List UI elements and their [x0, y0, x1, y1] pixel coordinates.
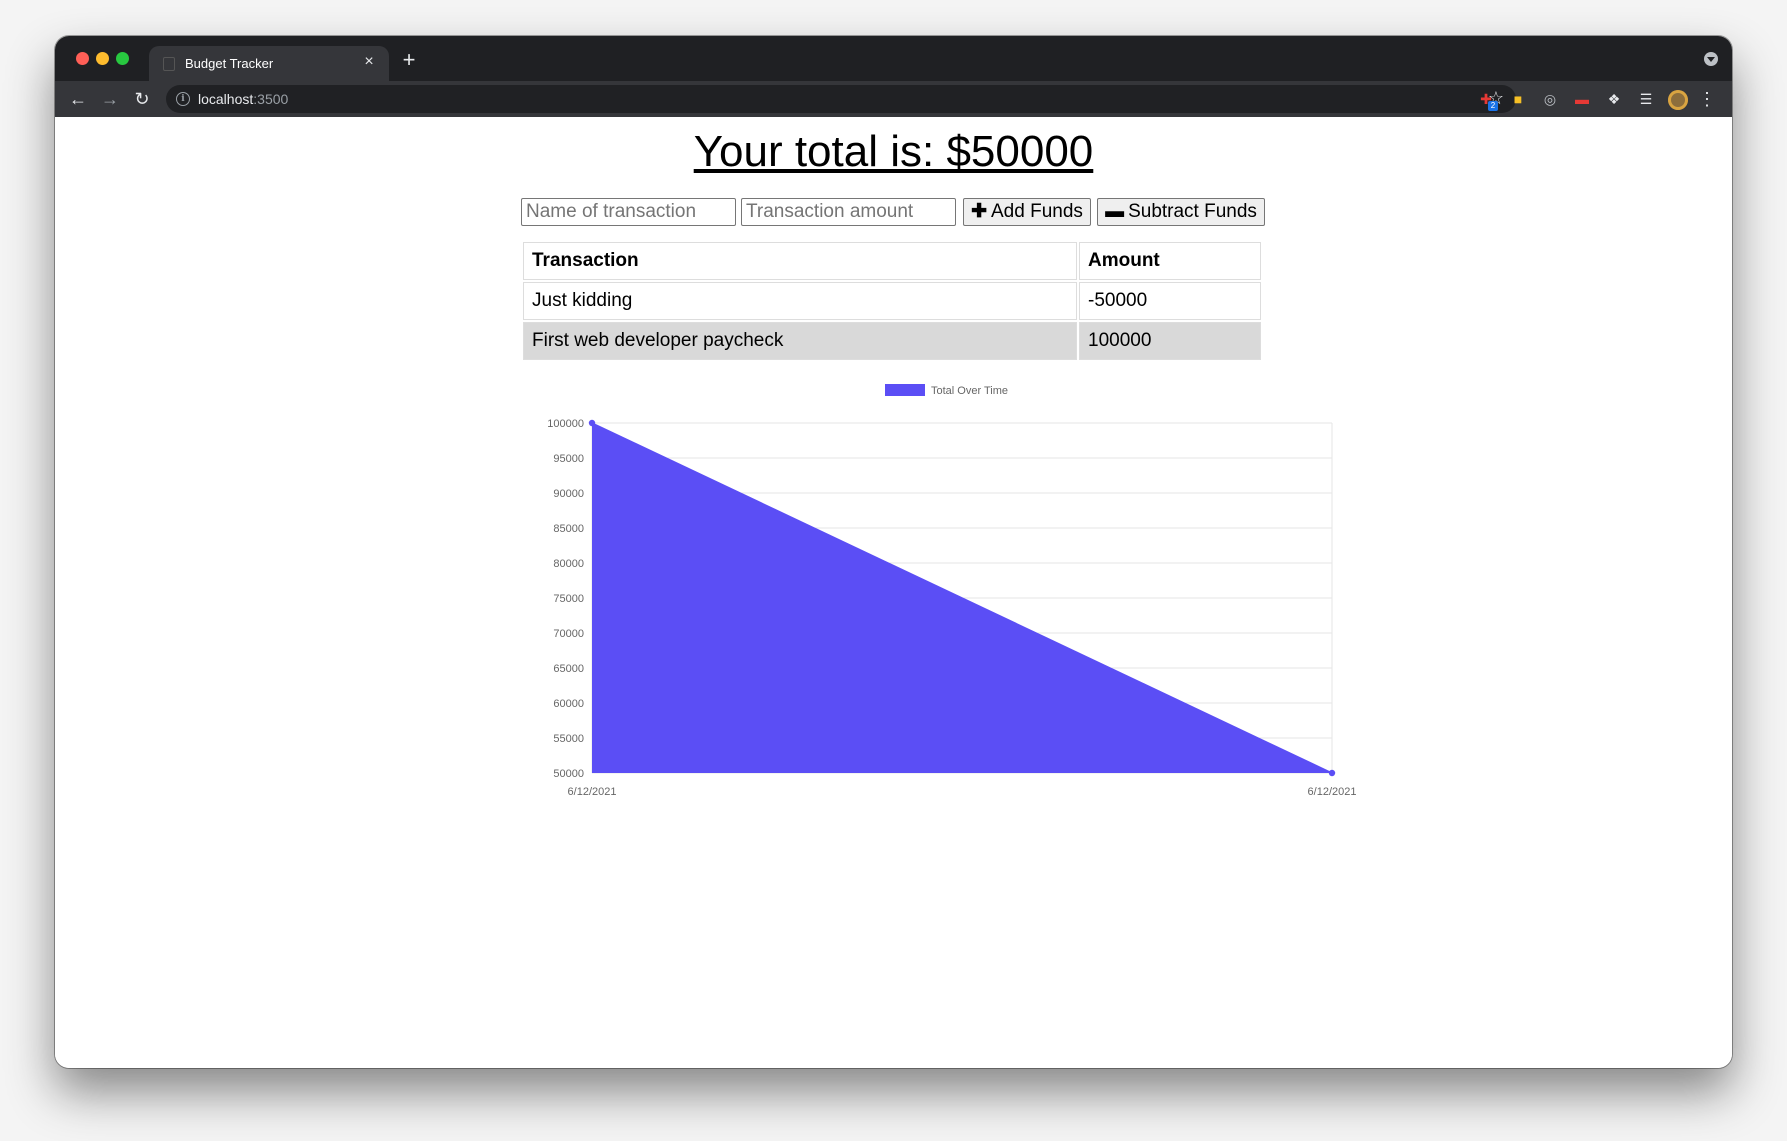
y-tick-label: 50000 — [553, 768, 584, 780]
browser-toolbar: ← → ↻ i localhost:3500 ☆ ✚ 2 ■ ◎ ▬ ❖ ☰ ⋮ — [55, 81, 1732, 117]
url-host: localhost — [198, 91, 254, 107]
data-point — [588, 419, 596, 427]
y-tick-label: 75000 — [553, 593, 584, 605]
transaction-name-input[interactable] — [521, 198, 736, 226]
back-arrow-icon[interactable]: ← — [66, 87, 90, 111]
y-tick-label: 95000 — [553, 453, 584, 465]
profile-avatar[interactable] — [1668, 90, 1688, 110]
add-funds-button[interactable]: ✚ Add Funds — [963, 198, 1091, 226]
plus-icon: ✚ — [971, 201, 987, 222]
total-over-time-chart: 100000 95000 90000 85000 80000 75000 70000 6500… — [547, 384, 1357, 798]
tab-budget-tracker[interactable]: Budget Tracker × — [149, 46, 389, 81]
legend-label: Total Over Time — [931, 385, 1008, 397]
media-queue-icon[interactable]: ☰ — [1636, 89, 1656, 109]
transaction-name-cell: First web developer paycheck — [523, 322, 1077, 360]
legend-swatch — [885, 384, 925, 396]
close-tab-icon[interactable]: × — [359, 52, 379, 72]
extension-target-icon[interactable]: ◎ — [1540, 89, 1560, 109]
new-tab-button[interactable]: + — [398, 49, 420, 71]
transactions-table: Transaction Amount Just kidding -50000 F… — [521, 240, 1263, 362]
tab-title: Budget Tracker — [185, 56, 274, 71]
page-content: Your total is: $50000 ✚Add Funds ▬Subtra… — [55, 117, 1732, 1068]
minus-icon: ▬ — [1105, 201, 1125, 222]
transaction-amount-cell: -50000 — [1079, 282, 1261, 320]
tab-search-icon[interactable] — [1704, 52, 1718, 66]
browser-menu-icon[interactable]: ⋮ — [1698, 89, 1716, 109]
tab-strip: Budget Tracker × + — [55, 36, 1732, 81]
minimize-window-button[interactable] — [96, 52, 109, 65]
page-favicon-icon — [163, 57, 175, 71]
url-text: localhost:3500 — [198, 91, 288, 107]
y-tick-label: 100000 — [547, 418, 584, 430]
transaction-name-cell: Just kidding — [523, 282, 1077, 320]
subtract-funds-label: Subtract Funds — [1128, 201, 1257, 222]
reload-icon[interactable]: ↻ — [130, 87, 154, 111]
y-tick-label: 60000 — [553, 698, 584, 710]
url-port: :3500 — [253, 91, 289, 107]
subtract-funds-button[interactable]: ▬ Subtract Funds — [1097, 198, 1265, 226]
header-amount: Amount — [1079, 242, 1261, 280]
transaction-amount-cell: 100000 — [1079, 322, 1261, 360]
browser-window: Budget Tracker × + ← → ↻ i localhost:350… — [55, 36, 1732, 1068]
forward-arrow-icon[interactable]: → — [98, 87, 122, 111]
data-point — [1328, 769, 1336, 777]
extension-tab-icon[interactable]: ✚ 2 — [1476, 89, 1498, 111]
y-tick-label: 70000 — [553, 628, 584, 640]
y-tick-label: 55000 — [553, 733, 584, 745]
header-transaction: Transaction — [523, 242, 1077, 280]
extension-lastpass-icon[interactable]: ▬ — [1572, 89, 1592, 109]
add-funds-label: Add Funds — [991, 201, 1083, 222]
y-tick-label: 65000 — [553, 663, 584, 675]
table-row: First web developer paycheck 100000 — [523, 322, 1261, 360]
total-heading: Your total is: $50000 — [693, 127, 1094, 176]
table-header-row: Transaction Amount — [523, 242, 1261, 280]
y-tick-label: 80000 — [553, 558, 584, 570]
y-tick-label: 90000 — [553, 488, 584, 500]
transaction-amount-input[interactable] — [741, 198, 956, 226]
address-bar[interactable]: i localhost:3500 ☆ — [166, 85, 1516, 113]
x-tick-label: 6/12/2021 — [1308, 786, 1357, 798]
site-info-icon[interactable]: i — [176, 92, 190, 106]
x-tick-label: 6/12/2021 — [568, 786, 617, 798]
extension-lock-icon[interactable]: ■ — [1508, 89, 1528, 109]
maximize-window-button[interactable] — [116, 52, 129, 65]
table-row: Just kidding -50000 — [523, 282, 1261, 320]
extensions-puzzle-icon[interactable]: ❖ — [1604, 89, 1624, 109]
y-tick-label: 85000 — [553, 523, 584, 535]
extension-badge: 2 — [1488, 101, 1498, 111]
close-window-button[interactable] — [76, 52, 89, 65]
